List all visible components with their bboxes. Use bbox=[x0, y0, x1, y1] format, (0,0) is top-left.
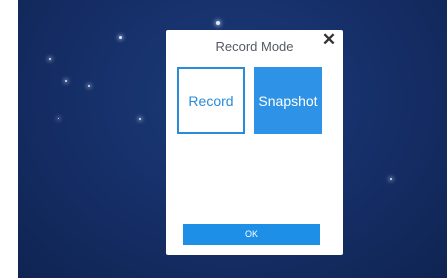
star bbox=[216, 21, 220, 25]
snapshot-option-button[interactable]: Snapshot bbox=[254, 67, 322, 134]
ok-button[interactable]: OK bbox=[183, 224, 320, 245]
record-mode-dialog: Record Mode ✕ Record Snapshot OK bbox=[166, 30, 343, 255]
record-label: Record bbox=[188, 92, 234, 109]
star bbox=[119, 36, 122, 39]
record-option-button[interactable]: Record bbox=[177, 67, 245, 134]
star bbox=[390, 178, 392, 180]
star bbox=[58, 118, 59, 119]
starry-background: Record Mode ✕ Record Snapshot OK bbox=[18, 0, 447, 278]
snapshot-label: Snapshot bbox=[258, 92, 318, 109]
dialog-title: Record Mode bbox=[215, 39, 294, 54]
star bbox=[139, 118, 141, 120]
star bbox=[49, 58, 51, 60]
close-icon[interactable]: ✕ bbox=[320, 31, 338, 49]
star bbox=[88, 85, 90, 87]
star bbox=[65, 80, 67, 82]
